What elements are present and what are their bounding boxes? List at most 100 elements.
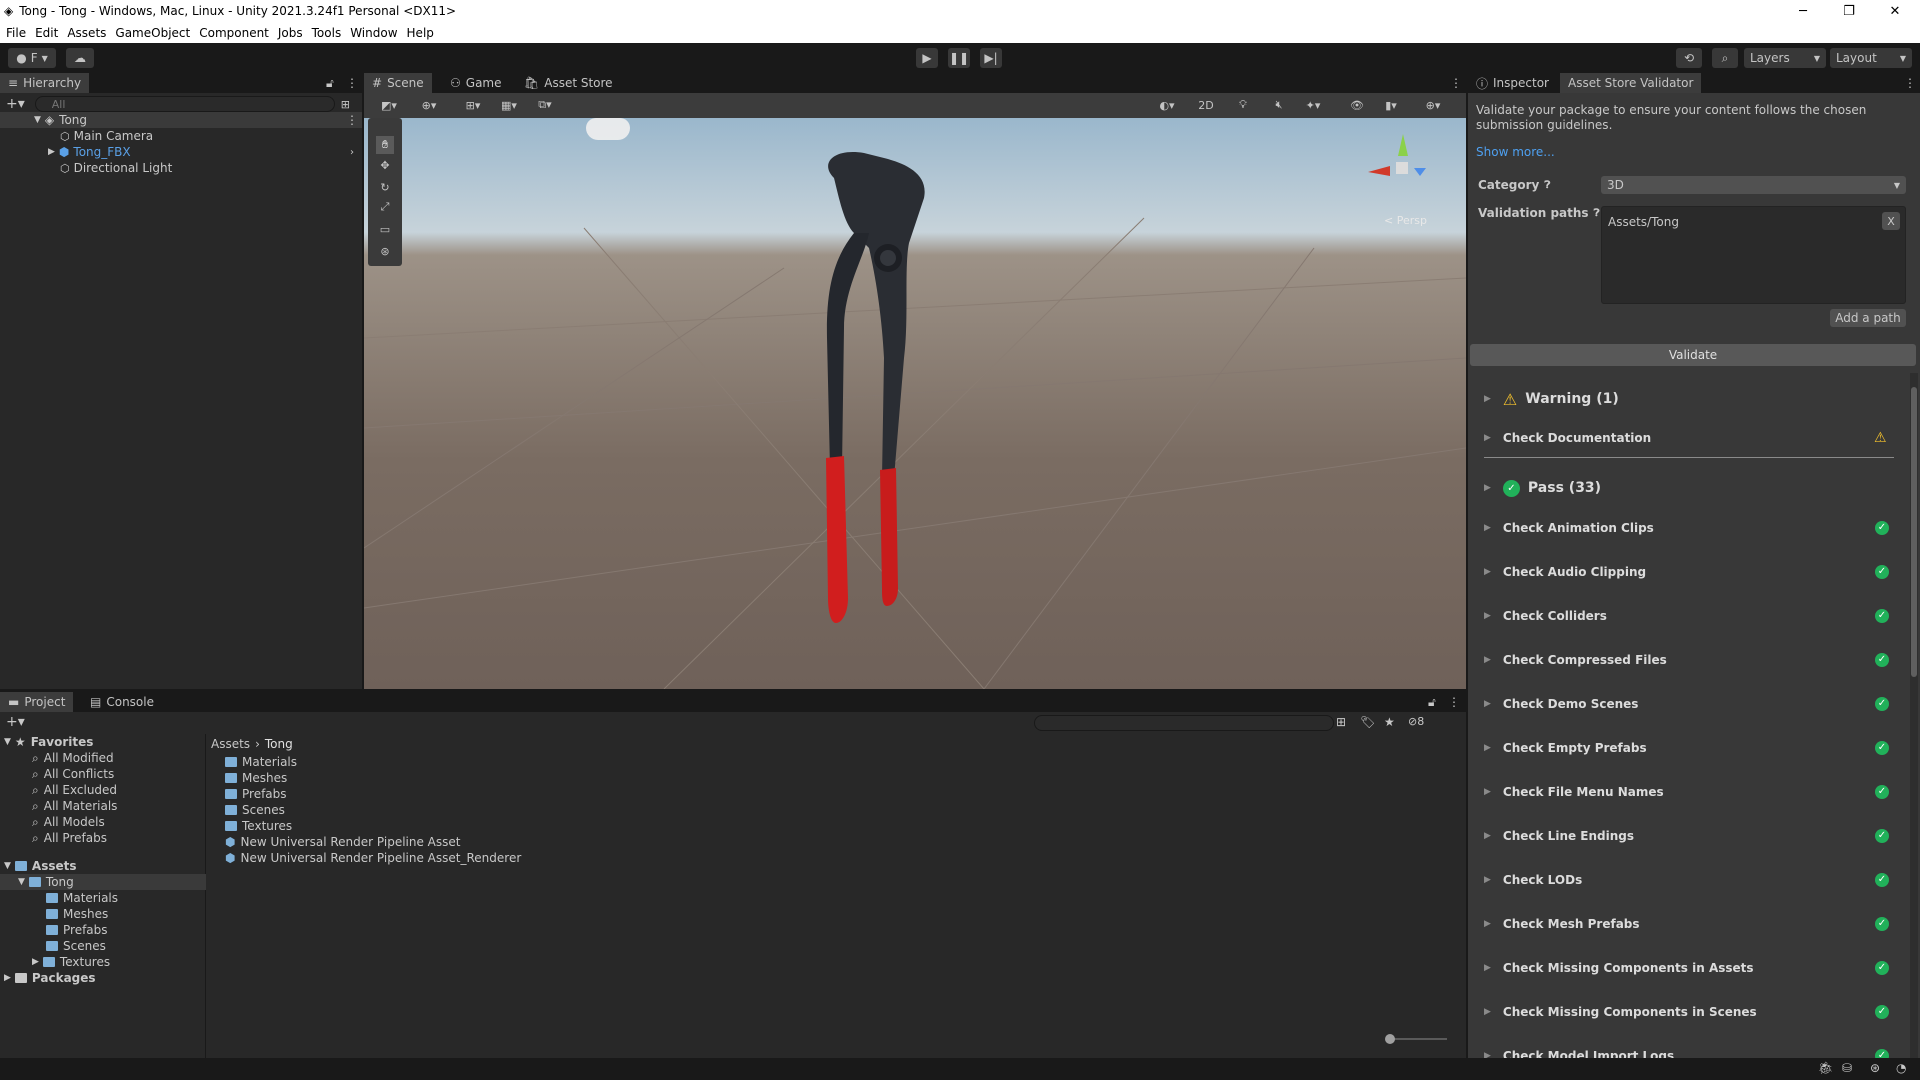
draw-mode-icon[interactable]: ◩▾: [380, 96, 398, 114]
play-button[interactable]: ▶: [916, 48, 938, 68]
expand-arrow-icon[interactable]: ▶: [1484, 655, 1491, 665]
tab-console[interactable]: ▤ Console: [82, 692, 162, 712]
validation-row[interactable]: ▶ Check Missing Components in Assets ✓: [1480, 957, 1900, 979]
validation-row[interactable]: ▶ Check Missing Components in Scenes ✓: [1480, 1001, 1900, 1023]
expand-arrow-icon[interactable]: ▶: [1484, 875, 1491, 885]
scene-viewport[interactable]: ✋︎ ✥ ↻ ⤢ ▭ ⊛ < Persp: [364, 118, 1466, 689]
undo-history-button[interactable]: ⟲: [1676, 48, 1702, 68]
expand-arrow-icon[interactable]: ▼: [34, 115, 41, 125]
expand-arrow-icon[interactable]: ▶: [1484, 523, 1491, 533]
lock-icon[interactable]: 🔓︎: [326, 76, 334, 91]
layout-dropdown[interactable]: Layout ▼: [1830, 48, 1912, 68]
breadcrumb-tong[interactable]: Tong: [265, 737, 293, 751]
zoom-slider[interactable]: [1385, 1034, 1447, 1044]
expand-arrow-icon[interactable]: ▼: [18, 877, 25, 887]
search-button[interactable]: ⌕: [1712, 48, 1738, 68]
camera-icon[interactable]: ▮▾: [1382, 96, 1400, 114]
tab-game[interactable]: ⚇ Game: [442, 73, 510, 93]
file-item[interactable]: Scenes: [225, 802, 285, 818]
validation-row[interactable]: ▶ Check Mesh Prefabs ✓: [1480, 913, 1900, 935]
favorite-item[interactable]: ⌕ All Modified: [32, 750, 114, 766]
remove-path-button[interactable]: X: [1882, 212, 1900, 230]
more-menu-icon[interactable]: ⋮: [1448, 695, 1460, 709]
validation-row[interactable]: ▶ Check Line Endings ✓: [1480, 825, 1900, 847]
menu-assets[interactable]: Assets: [67, 26, 106, 40]
expand-arrow-icon[interactable]: ▶: [1484, 743, 1491, 753]
file-item[interactable]: Textures: [225, 818, 292, 834]
favorite-item[interactable]: ⌕ All Materials: [32, 798, 117, 814]
validation-row[interactable]: ▶ Check Animation Clips ✓: [1480, 517, 1900, 539]
mode-2d-button[interactable]: 2D: [1194, 96, 1218, 114]
minimize-button[interactable]: ─: [1780, 0, 1826, 22]
more-menu-icon[interactable]: ⋮: [346, 113, 358, 127]
increment-snap-icon[interactable]: ⧉▾: [536, 96, 554, 114]
menu-gameobject[interactable]: GameObject: [115, 26, 190, 40]
rotate-tool-icon[interactable]: ↻: [376, 178, 394, 196]
more-menu-icon[interactable]: ⋮: [1450, 76, 1462, 90]
file-item[interactable]: ⬢ New Universal Render Pipeline Asset_Ren…: [225, 850, 521, 866]
layers-dropdown[interactable]: Layers ▼: [1744, 48, 1826, 68]
menu-help[interactable]: Help: [407, 26, 434, 40]
expand-arrow-icon[interactable]: ▶: [1484, 699, 1491, 709]
hierarchy-item[interactable]: ⬡ Main Camera: [0, 128, 362, 144]
pause-button[interactable]: ❚❚: [948, 48, 970, 68]
expand-arrow-icon[interactable]: ▶: [32, 957, 39, 967]
menu-window[interactable]: Window: [350, 26, 397, 40]
expand-arrow-icon[interactable]: ▶: [1484, 483, 1491, 493]
expand-arrow-icon[interactable]: ▶: [1484, 394, 1491, 404]
expand-arrow-icon[interactable]: ▼: [4, 861, 11, 871]
scrollbar-thumb[interactable]: [1911, 387, 1917, 677]
tree-item-tong[interactable]: ▼ Tong: [0, 874, 206, 890]
search-by-type-icon[interactable]: ⊞: [1336, 715, 1346, 729]
favorite-item[interactable]: ⌕ All Prefabs: [32, 830, 107, 846]
tree-item[interactable]: Prefabs: [46, 922, 108, 938]
hierarchy-scene-row[interactable]: ▼ ◈ Tong ⋮: [0, 112, 362, 128]
effects-icon[interactable]: ✦▾: [1304, 96, 1322, 114]
scale-tool-icon[interactable]: ⤢: [376, 198, 394, 216]
project-search-input[interactable]: [1034, 715, 1334, 731]
hierarchy-search-input[interactable]: [34, 96, 335, 112]
menu-jobs[interactable]: Jobs: [278, 26, 303, 40]
step-button[interactable]: ▶|: [980, 48, 1002, 68]
filter-icon[interactable]: ⊞: [341, 98, 350, 111]
menu-component[interactable]: Component: [199, 26, 269, 40]
add-icon[interactable]: +▾: [6, 714, 25, 730]
menu-edit[interactable]: Edit: [35, 26, 58, 40]
expand-arrow-icon[interactable]: ▶: [1484, 787, 1491, 797]
validation-row[interactable]: ▶ Check Audio Clipping ✓: [1480, 561, 1900, 583]
validation-row[interactable]: ▶ Check Colliders ✓: [1480, 605, 1900, 627]
move-tool-icon[interactable]: ✥: [376, 156, 394, 174]
file-item[interactable]: Meshes: [225, 770, 287, 786]
warning-group-header[interactable]: ▶ ⚠ Warning (1): [1480, 387, 1900, 411]
validation-row[interactable]: ▶ Check File Menu Names ✓: [1480, 781, 1900, 803]
results-scrollbar[interactable]: [1910, 373, 1918, 1058]
expand-arrow-icon[interactable]: ▶: [1484, 611, 1491, 621]
favorite-item[interactable]: ⌕ All Conflicts: [32, 766, 114, 782]
validation-row[interactable]: ▶ Check Empty Prefabs ✓: [1480, 737, 1900, 759]
pass-group-header[interactable]: ▶ ✓ Pass (33): [1480, 476, 1900, 500]
tab-project[interactable]: ▬ Project: [0, 692, 74, 712]
validation-row[interactable]: ▶ Check Documentation ⚠: [1480, 427, 1900, 449]
tab-asset-store[interactable]: 🛍︎ Asset Store: [516, 73, 621, 93]
favorite-item[interactable]: ⌕ All Excluded: [32, 782, 117, 798]
more-menu-icon[interactable]: ⋮: [346, 76, 358, 90]
file-item[interactable]: Materials: [225, 754, 297, 770]
expand-arrow-icon[interactable]: ▶: [1484, 1051, 1491, 1058]
rect-tool-icon[interactable]: ▭: [376, 220, 394, 238]
lighting-icon[interactable]: 💡︎: [1234, 96, 1252, 114]
favorites-header[interactable]: ▼ ★ Favorites: [4, 734, 93, 750]
snap-icon[interactable]: ⊞▾: [464, 96, 482, 114]
validate-button[interactable]: Validate: [1470, 344, 1916, 366]
assets-header[interactable]: ▼ Assets: [4, 858, 77, 874]
chevron-right-icon[interactable]: ›: [350, 147, 354, 158]
close-button[interactable]: ✕: [1872, 0, 1918, 22]
zoom-slider-handle[interactable]: [1385, 1034, 1395, 1044]
category-dropdown[interactable]: 3D ▼: [1601, 176, 1906, 194]
hand-tool-icon[interactable]: ✋︎: [376, 136, 394, 154]
expand-arrow-icon[interactable]: ▶: [1484, 963, 1491, 973]
menu-tools[interactable]: Tools: [312, 26, 342, 40]
cache-icon[interactable]: ⛁: [1842, 1061, 1852, 1075]
hidden-packages-icon[interactable]: ⊘8: [1408, 715, 1424, 728]
expand-arrow-icon[interactable]: ▶: [1484, 831, 1491, 841]
tab-scene[interactable]: # Scene: [364, 73, 432, 93]
